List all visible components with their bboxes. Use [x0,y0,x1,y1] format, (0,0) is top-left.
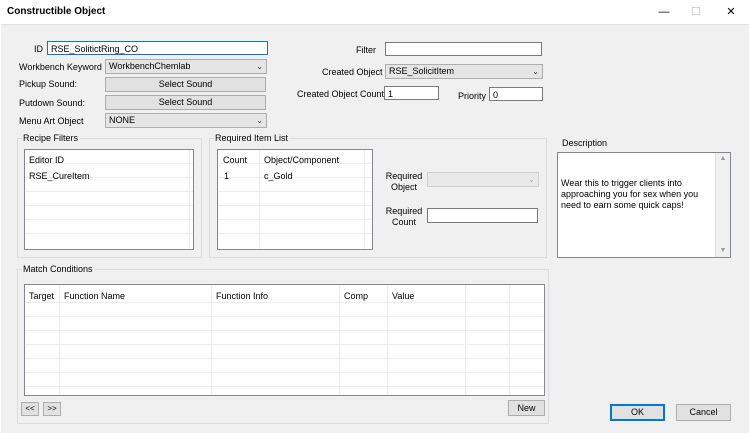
created-object-value: RSE_SolicitItem [389,66,455,76]
id-field[interactable]: RSE_SolitictRing_CO [47,41,268,55]
recipe-filters-label: Recipe Filters [22,133,80,143]
created-object-select[interactable]: RSE_SolicitItem ⌄ [385,64,543,79]
column-header-editor-id[interactable]: Editor ID [29,154,64,166]
column-divider [259,150,260,249]
description-label: Description [562,138,608,148]
cancel-button[interactable]: Cancel [676,404,731,421]
table-cell-count[interactable]: 1 [224,170,229,182]
column-header-function-name[interactable]: Function Name [64,290,125,302]
created-object-count-field[interactable]: 1 [384,86,439,100]
column-header-comp[interactable]: Comp [344,290,368,302]
minimize-icon[interactable]: — [649,3,679,21]
row-divider [25,233,193,234]
id-label: ID [34,44,43,54]
column-divider [189,150,190,249]
description-scrollbar[interactable]: ▲ ▼ [715,153,730,257]
chevron-down-icon: ⌄ [528,175,535,184]
chevron-down-icon: ⌄ [256,62,263,71]
column-divider [364,150,365,249]
row-divider [25,372,544,373]
description-text: Wear this to trigger clients into approa… [561,178,701,210]
recipe-filters-list[interactable]: Editor ID RSE_CureItem [24,149,194,250]
created-object-label: Created Object [322,67,383,77]
column-header-count[interactable]: Count [223,154,247,166]
column-header-target[interactable]: Target [29,290,54,302]
priority-field[interactable]: 0 [489,87,543,101]
previous-page-button[interactable]: << [21,402,39,416]
pickup-sound-label: Pickup Sound: [19,79,78,89]
table-cell-object[interactable]: c_Gold [264,170,293,182]
row-divider [218,177,372,178]
required-object-select: ⌄ [427,172,539,187]
next-page-button[interactable]: >> [43,402,61,416]
row-divider [25,302,544,303]
menu-art-object-label: Menu Art Object [19,116,84,126]
required-item-list-label: Required Item List [214,133,290,143]
workbench-keyword-label: Workbench Keyword [19,62,102,72]
menu-art-object-select[interactable]: NONE ⌄ [105,113,267,128]
filter-input[interactable] [385,42,542,56]
workbench-keyword-select[interactable]: WorkbenchChemlab ⌄ [105,59,267,74]
close-icon[interactable]: ✕ [716,3,746,21]
required-count-label: Required Count [385,206,423,227]
maximize-icon[interactable]: ☐ [681,3,711,21]
column-header-object[interactable]: Object/Component [264,154,339,166]
description-textarea[interactable]: Wear this to trigger clients into approa… [557,152,731,258]
scroll-up-icon[interactable]: ▲ [716,153,730,165]
pickup-select-sound-button[interactable]: Select Sound [105,77,266,92]
new-condition-button[interactable]: New [508,400,545,416]
list-item[interactable]: RSE_CureItem [29,170,90,182]
row-divider [25,358,544,359]
required-item-list[interactable]: Count Object/Component 1 c_Gold [217,149,373,250]
required-object-label: Required Object [385,171,423,192]
chevron-down-icon: ⌄ [256,116,263,125]
filter-label: Filter [356,45,376,55]
menu-art-object-value: NONE [109,115,136,125]
window-title: Constructible Object [7,6,106,17]
column-header-value[interactable]: Value [392,290,414,302]
row-divider [25,386,544,387]
putdown-select-sound-button[interactable]: Select Sound [105,95,266,110]
row-divider [25,330,544,331]
row-divider [25,316,544,317]
required-count-field[interactable] [427,208,538,223]
match-conditions-label: Match Conditions [22,264,94,274]
workbench-keyword-value: WorkbenchChemlab [109,61,191,71]
title-bar: Constructible Object — ☐ ✕ [0,0,750,24]
row-divider [218,233,372,234]
row-divider [218,191,372,192]
row-divider [25,205,193,206]
row-divider [218,205,372,206]
row-divider [25,191,193,192]
row-divider [25,344,544,345]
row-divider [218,219,372,220]
scroll-down-icon[interactable]: ▼ [716,245,730,257]
priority-label: Priority [458,91,487,101]
created-object-count-label: Created Object Count [297,89,385,99]
match-conditions-table[interactable]: Target Function Name Function Info Comp … [24,284,545,396]
putdown-sound-label: Putdown Sound: [19,98,86,108]
row-divider [25,219,193,220]
column-header-function-info[interactable]: Function Info [216,290,268,302]
chevron-down-icon: ⌄ [532,67,539,76]
ok-button[interactable]: OK [610,404,665,421]
